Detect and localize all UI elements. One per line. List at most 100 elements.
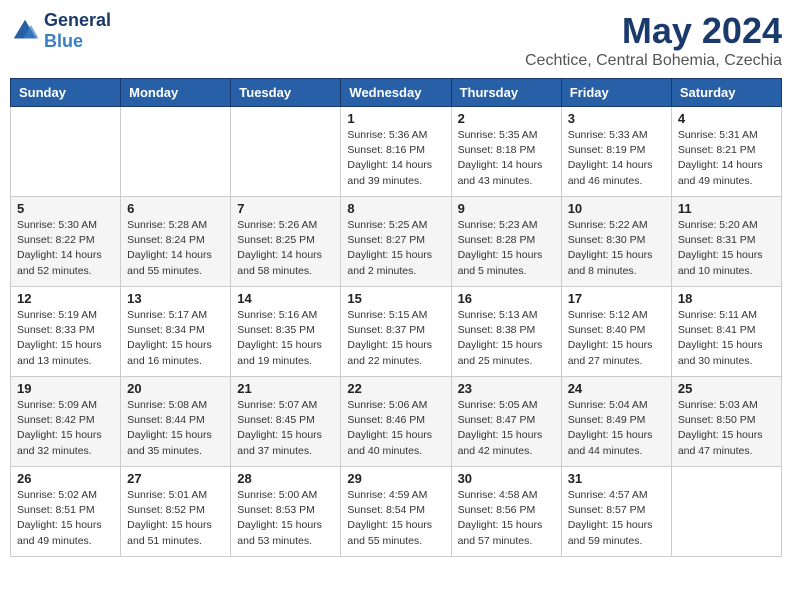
day-number: 26 <box>17 471 114 486</box>
day-number: 12 <box>17 291 114 306</box>
day-info: Sunrise: 5:22 AM Sunset: 8:30 PM Dayligh… <box>568 218 665 279</box>
calendar-cell: 28Sunrise: 5:00 AM Sunset: 8:53 PM Dayli… <box>231 467 341 557</box>
day-info: Sunrise: 5:11 AM Sunset: 8:41 PM Dayligh… <box>678 308 775 369</box>
page-header: General Blue May 2024 Cechtice, Central … <box>10 10 782 70</box>
calendar-week-row: 19 Sunrise: 5:09 AM Sunset: 8:42 PM Dayli… <box>11 377 782 467</box>
day-info: Sunrise: 4:59 AM Sunset: 8:54 PM Dayligh… <box>347 488 444 549</box>
day-info: Sunrise: 5:36 AM Sunset: 8:16 PM Dayligh… <box>347 128 444 189</box>
logo-text-general: General <box>44 10 111 30</box>
day-number: 29 <box>347 471 444 486</box>
day-info: Sunrise: 5:31 AM Sunset: 8:21 PM Dayligh… <box>678 128 775 189</box>
day-info: Sunrise: 5:28 AM Sunset: 8:24 PM Dayligh… <box>127 218 224 279</box>
day-info: Sunrise: 5:03 AM Sunset: 8:50 PM Dayligh… <box>678 398 775 459</box>
calendar-cell: 11 Sunrise: 5:20 AM Sunset: 8:31 PM Dayli… <box>671 197 781 287</box>
calendar-cell: 10 Sunrise: 5:22 AM Sunset: 8:30 PM Dayli… <box>561 197 671 287</box>
day-number: 15 <box>347 291 444 306</box>
day-info: Sunrise: 5:05 AM Sunset: 8:47 PM Dayligh… <box>458 398 555 459</box>
calendar-cell: 30Sunrise: 4:58 AM Sunset: 8:56 PM Dayli… <box>451 467 561 557</box>
calendar-cell: 20Sunrise: 5:08 AM Sunset: 8:44 PM Dayli… <box>121 377 231 467</box>
calendar-cell: 21Sunrise: 5:07 AM Sunset: 8:45 PM Dayli… <box>231 377 341 467</box>
day-info: Sunrise: 5:09 AM Sunset: 8:42 PM Dayligh… <box>17 398 114 459</box>
day-info: Sunrise: 5:04 AM Sunset: 8:49 PM Dayligh… <box>568 398 665 459</box>
weekday-header-tuesday: Tuesday <box>231 79 341 107</box>
calendar-cell: 12 Sunrise: 5:19 AM Sunset: 8:33 PM Dayli… <box>11 287 121 377</box>
day-number: 8 <box>347 201 444 216</box>
calendar-cell <box>11 107 121 197</box>
day-info: Sunrise: 5:17 AM Sunset: 8:34 PM Dayligh… <box>127 308 224 369</box>
day-info: Sunrise: 4:58 AM Sunset: 8:56 PM Dayligh… <box>458 488 555 549</box>
title-area: May 2024 Cechtice, Central Bohemia, Czec… <box>525 10 782 70</box>
day-number: 17 <box>568 291 665 306</box>
calendar-cell: 14 Sunrise: 5:16 AM Sunset: 8:35 PM Dayli… <box>231 287 341 377</box>
day-number: 22 <box>347 381 444 396</box>
calendar-cell: 9 Sunrise: 5:23 AM Sunset: 8:28 PM Daylig… <box>451 197 561 287</box>
calendar-cell: 13 Sunrise: 5:17 AM Sunset: 8:34 PM Dayli… <box>121 287 231 377</box>
month-title: May 2024 <box>525 10 782 52</box>
calendar-week-row: 12 Sunrise: 5:19 AM Sunset: 8:33 PM Dayli… <box>11 287 782 377</box>
day-number: 14 <box>237 291 334 306</box>
day-info: Sunrise: 5:19 AM Sunset: 8:33 PM Dayligh… <box>17 308 114 369</box>
calendar-cell <box>231 107 341 197</box>
day-info: Sunrise: 5:26 AM Sunset: 8:25 PM Dayligh… <box>237 218 334 279</box>
day-number: 9 <box>458 201 555 216</box>
weekday-header-saturday: Saturday <box>671 79 781 107</box>
day-number: 1 <box>347 111 444 126</box>
weekday-header-wednesday: Wednesday <box>341 79 451 107</box>
calendar-cell: 27Sunrise: 5:01 AM Sunset: 8:52 PM Dayli… <box>121 467 231 557</box>
calendar-cell: 7 Sunrise: 5:26 AM Sunset: 8:25 PM Daylig… <box>231 197 341 287</box>
day-info: Sunrise: 5:00 AM Sunset: 8:53 PM Dayligh… <box>237 488 334 549</box>
weekday-header-sunday: Sunday <box>11 79 121 107</box>
day-number: 11 <box>678 201 775 216</box>
day-number: 25 <box>678 381 775 396</box>
day-number: 20 <box>127 381 224 396</box>
calendar-week-row: 26 Sunrise: 5:02 AM Sunset: 8:51 PM Dayli… <box>11 467 782 557</box>
day-number: 2 <box>458 111 555 126</box>
calendar-cell: 29 Sunrise: 4:59 AM Sunset: 8:54 PM Dayli… <box>341 467 451 557</box>
calendar-cell: 24 Sunrise: 5:04 AM Sunset: 8:49 PM Dayli… <box>561 377 671 467</box>
calendar-cell: 3Sunrise: 5:33 AM Sunset: 8:19 PM Daylig… <box>561 107 671 197</box>
day-info: Sunrise: 5:20 AM Sunset: 8:31 PM Dayligh… <box>678 218 775 279</box>
weekday-header-row: SundayMondayTuesdayWednesdayThursdayFrid… <box>11 79 782 107</box>
logo: General Blue <box>10 10 111 52</box>
day-number: 24 <box>568 381 665 396</box>
day-info: Sunrise: 5:15 AM Sunset: 8:37 PM Dayligh… <box>347 308 444 369</box>
calendar-cell: 18 Sunrise: 5:11 AM Sunset: 8:41 PM Dayli… <box>671 287 781 377</box>
day-info: Sunrise: 5:33 AM Sunset: 8:19 PM Dayligh… <box>568 128 665 189</box>
day-info: Sunrise: 5:16 AM Sunset: 8:35 PM Dayligh… <box>237 308 334 369</box>
day-info: Sunrise: 5:02 AM Sunset: 8:51 PM Dayligh… <box>17 488 114 549</box>
calendar-cell: 16Sunrise: 5:13 AM Sunset: 8:38 PM Dayli… <box>451 287 561 377</box>
day-info: Sunrise: 5:13 AM Sunset: 8:38 PM Dayligh… <box>458 308 555 369</box>
calendar-cell: 26 Sunrise: 5:02 AM Sunset: 8:51 PM Dayli… <box>11 467 121 557</box>
day-number: 23 <box>458 381 555 396</box>
day-number: 19 <box>17 381 114 396</box>
calendar-cell: 23 Sunrise: 5:05 AM Sunset: 8:47 PM Dayli… <box>451 377 561 467</box>
calendar-cell: 2Sunrise: 5:35 AM Sunset: 8:18 PM Daylig… <box>451 107 561 197</box>
day-info: Sunrise: 4:57 AM Sunset: 8:57 PM Dayligh… <box>568 488 665 549</box>
day-number: 18 <box>678 291 775 306</box>
day-info: Sunrise: 5:12 AM Sunset: 8:40 PM Dayligh… <box>568 308 665 369</box>
calendar-week-row: 5 Sunrise: 5:30 AM Sunset: 8:22 PM Daylig… <box>11 197 782 287</box>
day-info: Sunrise: 5:30 AM Sunset: 8:22 PM Dayligh… <box>17 218 114 279</box>
weekday-header-friday: Friday <box>561 79 671 107</box>
day-info: Sunrise: 5:06 AM Sunset: 8:46 PM Dayligh… <box>347 398 444 459</box>
day-number: 10 <box>568 201 665 216</box>
calendar-cell: 31Sunrise: 4:57 AM Sunset: 8:57 PM Dayli… <box>561 467 671 557</box>
calendar-table: SundayMondayTuesdayWednesdayThursdayFrid… <box>10 78 782 557</box>
calendar-cell: 8 Sunrise: 5:25 AM Sunset: 8:27 PM Daylig… <box>341 197 451 287</box>
weekday-header-monday: Monday <box>121 79 231 107</box>
day-number: 5 <box>17 201 114 216</box>
calendar-cell: 5 Sunrise: 5:30 AM Sunset: 8:22 PM Daylig… <box>11 197 121 287</box>
day-info: Sunrise: 5:25 AM Sunset: 8:27 PM Dayligh… <box>347 218 444 279</box>
calendar-cell <box>671 467 781 557</box>
weekday-header-thursday: Thursday <box>451 79 561 107</box>
calendar-cell: 4Sunrise: 5:31 AM Sunset: 8:21 PM Daylig… <box>671 107 781 197</box>
day-number: 13 <box>127 291 224 306</box>
day-number: 7 <box>237 201 334 216</box>
calendar-cell: 22 Sunrise: 5:06 AM Sunset: 8:46 PM Dayli… <box>341 377 451 467</box>
calendar-cell: 17 Sunrise: 5:12 AM Sunset: 8:40 PM Dayli… <box>561 287 671 377</box>
day-info: Sunrise: 5:23 AM Sunset: 8:28 PM Dayligh… <box>458 218 555 279</box>
calendar-week-row: 1 Sunrise: 5:36 AM Sunset: 8:16 PM Daylig… <box>11 107 782 197</box>
day-number: 21 <box>237 381 334 396</box>
calendar-cell: 19 Sunrise: 5:09 AM Sunset: 8:42 PM Dayli… <box>11 377 121 467</box>
logo-text-blue: Blue <box>44 31 83 51</box>
